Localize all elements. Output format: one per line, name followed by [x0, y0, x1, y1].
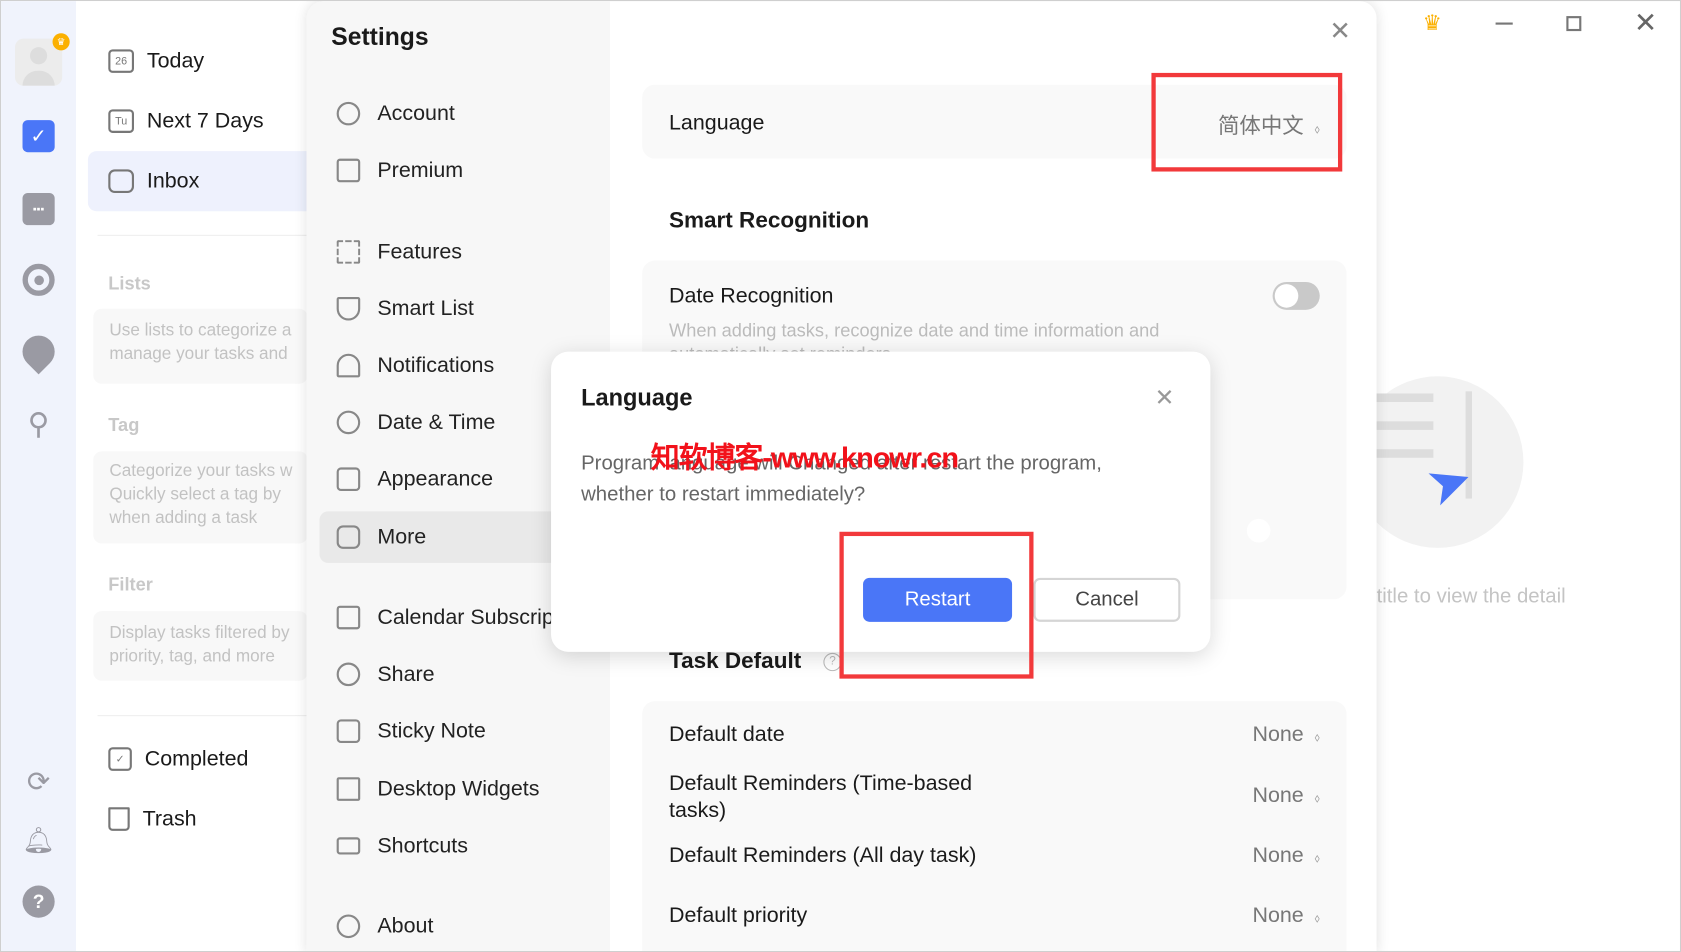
calendar-week-icon: Tu	[108, 109, 135, 133]
settings-nav-features[interactable]: Features	[319, 226, 608, 277]
default-priority-label: Default priority	[668, 903, 808, 928]
nav-inbox[interactable]: Inbox	[108, 165, 199, 197]
paint-roller-icon	[336, 467, 361, 492]
nav-today[interactable]: 26 Today	[108, 45, 204, 77]
dialog-close-icon[interactable]: ✕	[1155, 384, 1175, 412]
smart-recognition-heading: Smart Recognition	[668, 207, 870, 233]
search-icon[interactable]: ⚲	[23, 407, 55, 440]
annotation-box-restart	[839, 531, 1034, 679]
filter-hint: Display tasks filtered by priority, tag, …	[93, 611, 308, 681]
lists-hint: Use lists to categorize a manage your tas…	[93, 308, 308, 384]
default-date-label: Default date	[668, 722, 785, 747]
dialog-title: Language	[581, 383, 693, 411]
detail-placeholder-text: title to view the detail	[1376, 585, 1566, 608]
share-users-icon	[336, 662, 361, 687]
app-window: ♛ ✓ ▪▪▪ ⚲ ⟳ 🔔︎ ? 26 Today Tu Next 7 Days I…	[0, 0, 1681, 952]
default-reminders-time-label: Default Reminders (Time-based tasks)	[668, 771, 973, 823]
habit-clock-icon[interactable]	[15, 328, 62, 375]
task-check-icon[interactable]: ✓	[22, 120, 55, 153]
settings-nav-account[interactable]: Account	[319, 88, 608, 139]
crown-icon	[336, 158, 361, 183]
nav-label: Inbox	[146, 168, 200, 193]
toggles-icon	[336, 525, 361, 549]
section-tag: Tag	[108, 414, 140, 436]
trash-icon	[108, 807, 130, 831]
nav-label: Completed	[144, 746, 249, 771]
default-priority-select[interactable]: None	[1252, 904, 1319, 929]
default-reminders-time-select[interactable]: None	[1252, 783, 1319, 813]
section-lists: Lists	[108, 273, 151, 294]
calendar-day-icon: 26	[108, 49, 135, 73]
settings-nav-smart-list[interactable]: Smart List	[319, 283, 608, 334]
tag-hint: Categorize your tasks w Quickly select a …	[93, 451, 308, 544]
default-date-select[interactable]: None	[1252, 723, 1319, 748]
lists-pane: 26 Today Tu Next 7 Days Inbox Lists Use li…	[76, 1, 324, 951]
nav-label: Next 7 Days	[146, 108, 264, 133]
settings-nav-about[interactable]: About	[319, 901, 608, 951]
widgets-icon	[336, 777, 361, 801]
settings-close-icon[interactable]: ✕	[1329, 16, 1351, 47]
language-label: Language	[668, 111, 765, 136]
minimize-icon[interactable]	[1495, 22, 1513, 25]
inbox-icon	[108, 169, 135, 193]
filter-icon	[336, 296, 361, 321]
crown-icon[interactable]: ♛	[1423, 10, 1442, 37]
checkbox-icon: ✓	[108, 747, 132, 771]
divider	[97, 715, 312, 717]
settings-nav-sticky-note[interactable]: Sticky Note	[319, 705, 608, 756]
watermark: 知软博客-www.knowr.cn	[650, 441, 959, 474]
date-recognition-toggle[interactable]	[1272, 281, 1320, 310]
date-recognition-label: Date Recognition	[668, 283, 834, 308]
settings-nav-desktop-widgets[interactable]: Desktop Widgets	[319, 763, 608, 814]
keyboard-icon	[336, 837, 361, 855]
sticky-note-icon	[336, 719, 361, 743]
icon-rail: ♛ ✓ ▪▪▪ ⚲ ⟳ 🔔︎ ?	[1, 1, 77, 951]
default-reminders-allday-label: Default Reminders (All day task)	[668, 843, 977, 868]
focus-icon[interactable]	[22, 263, 55, 296]
nav-next-7-days[interactable]: Tu Next 7 Days	[108, 105, 264, 137]
annotation-box-language	[1151, 72, 1343, 172]
clock-icon	[336, 410, 361, 435]
nav-label: Trash	[142, 806, 197, 831]
calendar-icon[interactable]: ▪▪▪	[22, 192, 55, 226]
bell-icon	[336, 353, 361, 378]
maximize-icon[interactable]	[1566, 16, 1582, 32]
sync-icon[interactable]: ⟳	[23, 765, 55, 797]
task-default-heading: Task Default	[668, 648, 802, 674]
help-icon[interactable]: ?	[22, 885, 55, 918]
bell-icon[interactable]: 🔔︎	[22, 824, 55, 856]
task-default-card: Default date None Default Reminders (Time…	[642, 701, 1347, 951]
default-reminders-allday-select[interactable]: None	[1252, 844, 1319, 869]
window-close-icon[interactable]: ✕	[1634, 6, 1657, 39]
account-icon	[336, 101, 361, 126]
grid-icon	[336, 240, 361, 264]
settings-nav-premium[interactable]: Premium	[319, 145, 608, 196]
section-filter: Filter	[108, 574, 153, 596]
calendar-subscribe-icon	[336, 605, 361, 630]
premium-badge-icon: ♛	[52, 33, 70, 51]
nav-label: Today	[146, 48, 205, 73]
nav-trash[interactable]: Trash	[108, 803, 197, 835]
info-icon	[336, 914, 361, 939]
settings-nav-share[interactable]: Share	[319, 649, 608, 700]
cancel-button[interactable]: Cancel	[1033, 577, 1181, 622]
settings-title: Settings	[331, 22, 429, 51]
nav-completed[interactable]: ✓ Completed	[108, 743, 248, 775]
divider	[97, 234, 312, 236]
settings-nav-shortcuts[interactable]: Shortcuts	[319, 820, 608, 871]
